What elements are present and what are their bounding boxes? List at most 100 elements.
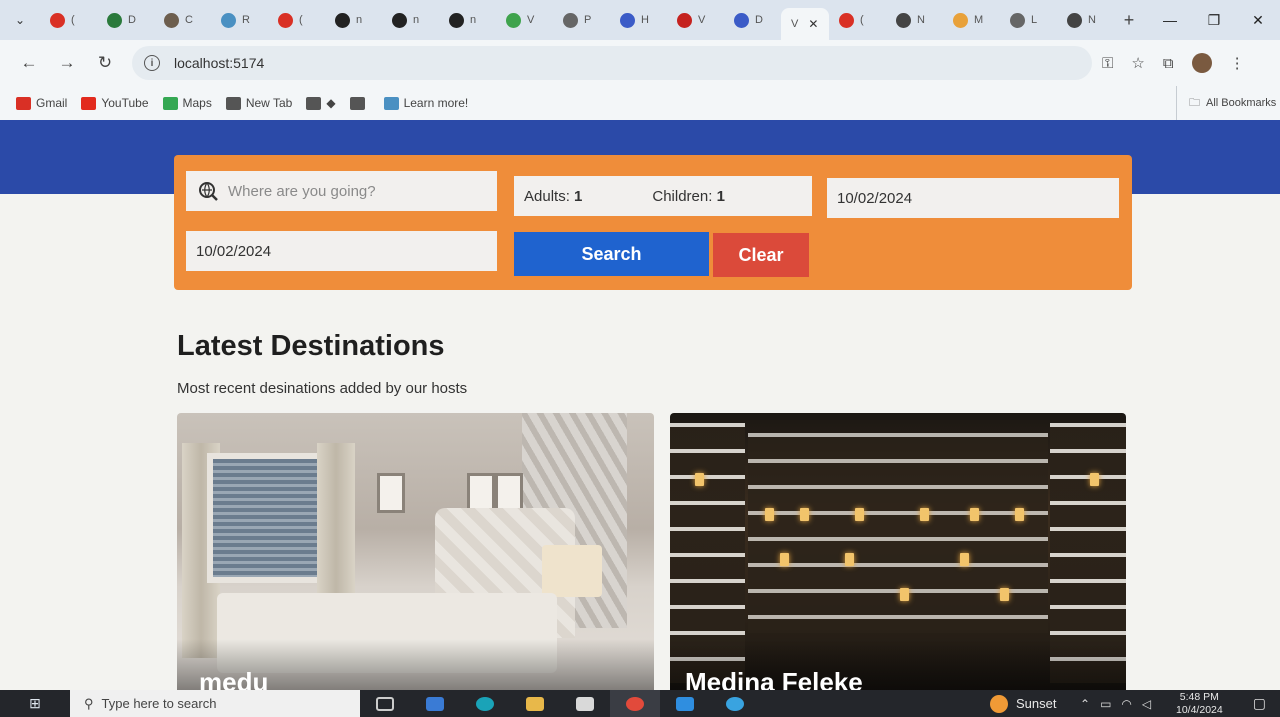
store-icon[interactable] bbox=[560, 690, 610, 717]
tab-before-9[interactable]: P bbox=[553, 4, 610, 36]
bookmark-star-icon[interactable]: ☆ bbox=[1131, 54, 1144, 72]
minimize-button[interactable]: — bbox=[1148, 0, 1192, 40]
os-taskbar: ⊞ ⚲ Type here to search Sunset ⌃ ▭ ◠ ◁ 5… bbox=[0, 690, 1280, 717]
guests-field[interactable]: Adults: 1 Children: 1 bbox=[514, 176, 812, 216]
wifi-icon[interactable]: ◠ bbox=[1121, 697, 1131, 711]
tab-before-11[interactable]: V bbox=[667, 4, 724, 36]
tab-before-10[interactable]: H bbox=[610, 4, 667, 36]
task-view-icon[interactable] bbox=[360, 690, 410, 717]
taskbar-search-box[interactable]: ⚲ Type here to search bbox=[70, 690, 360, 717]
url-text[interactable]: localhost:5174 bbox=[174, 55, 264, 71]
adults-input[interactable]: Adults: 1 bbox=[524, 188, 582, 205]
tab-before-8[interactable]: V bbox=[496, 4, 553, 36]
clear-button[interactable]: Clear bbox=[713, 233, 809, 277]
tab-before-3[interactable]: R bbox=[211, 4, 268, 36]
search-button[interactable]: Search bbox=[514, 232, 709, 276]
tab-favicon-icon bbox=[107, 12, 122, 28]
tab-after-2[interactable]: M bbox=[943, 4, 1000, 36]
check-in-date-input[interactable]: 10/02/2024 bbox=[827, 178, 1119, 218]
restore-button[interactable]: ❐ bbox=[1192, 0, 1236, 40]
tab-label: N bbox=[1088, 14, 1096, 26]
clock-date: 10/4/2024 bbox=[1176, 703, 1223, 716]
check-out-date-input[interactable]: 10/02/2024 bbox=[186, 231, 497, 271]
bookmark-label: YouTube bbox=[101, 96, 149, 110]
battery-icon[interactable]: ▭ bbox=[1100, 697, 1111, 711]
card-image-detail bbox=[970, 508, 979, 521]
tab-label: D bbox=[755, 14, 763, 26]
bookmark-item[interactable] bbox=[349, 96, 370, 110]
chevron-up-icon[interactable]: ⌃ bbox=[1080, 697, 1090, 711]
vscode-icon[interactable] bbox=[660, 690, 710, 717]
tab-before-1[interactable]: D bbox=[97, 4, 154, 36]
new-tab-button[interactable]: + bbox=[1114, 10, 1144, 31]
card-image-detail bbox=[920, 508, 929, 521]
bookmark-favicon-icon bbox=[306, 96, 322, 110]
mail-icon[interactable] bbox=[410, 690, 460, 717]
bookmark-item[interactable]: Gmail bbox=[16, 96, 67, 110]
telegram-icon[interactable] bbox=[710, 690, 760, 717]
bookmark-list: Gmail YouTube Maps New Tab ◆ Learn more! bbox=[16, 96, 468, 110]
card-image-detail bbox=[765, 508, 774, 521]
tab-before-7[interactable]: n bbox=[439, 4, 496, 36]
bookmark-item[interactable]: ◆ bbox=[306, 96, 336, 110]
notification-icon[interactable]: ▢ bbox=[1253, 695, 1266, 712]
tab-label: n bbox=[470, 14, 477, 26]
tab-before-4[interactable]: ( bbox=[268, 4, 325, 36]
tab-search-dropdown-icon[interactable]: ⌄ bbox=[0, 0, 40, 40]
tab-favicon-icon bbox=[392, 12, 407, 28]
all-bookmarks-folder[interactable]: 🗀 All Bookmarks bbox=[1176, 86, 1280, 120]
tab-before-2[interactable]: C bbox=[154, 4, 211, 36]
forward-button[interactable]: → bbox=[48, 53, 86, 73]
close-window-button[interactable]: ✕ bbox=[1236, 0, 1280, 40]
taskbar-clock[interactable]: 5:48 PM 10/4/2024 bbox=[1176, 690, 1223, 717]
site-info-icon[interactable]: i bbox=[144, 55, 160, 71]
all-bookmarks-label: All Bookmarks bbox=[1206, 97, 1277, 109]
bookmark-item[interactable]: Learn more! bbox=[383, 96, 469, 110]
windows-start-button[interactable]: ⊞ bbox=[0, 690, 70, 717]
destination-card[interactable]: Medina Feleke bbox=[670, 413, 1126, 690]
bookmark-label: Learn more! bbox=[403, 96, 469, 110]
tab-after-3[interactable]: L bbox=[1000, 4, 1057, 36]
address-bar[interactable]: i localhost:5174 bbox=[132, 46, 1092, 80]
chrome-icon[interactable] bbox=[610, 690, 660, 717]
browser-toolbar: ← → ↻ i localhost:5174 ⚿ ☆ ⧉ ⋮ bbox=[0, 40, 1280, 86]
reload-button[interactable]: ↻ bbox=[86, 53, 124, 73]
tab-active[interactable]: V ✕ bbox=[781, 8, 829, 40]
bookmark-item[interactable]: YouTube bbox=[81, 96, 149, 110]
tab-before-6[interactable]: n bbox=[382, 4, 439, 36]
tab-favicon-icon bbox=[677, 12, 692, 28]
tab-after-4[interactable]: N bbox=[1057, 4, 1114, 36]
tab-favicon-icon bbox=[896, 12, 911, 28]
menu-icon[interactable]: ⋮ bbox=[1230, 54, 1245, 72]
destination-card[interactable]: medu bbox=[177, 413, 654, 690]
tab-label: D bbox=[128, 14, 136, 26]
password-key-icon[interactable]: ⚿ bbox=[1102, 55, 1113, 72]
weather-widget[interactable]: Sunset bbox=[990, 690, 1056, 717]
tab-favicon-icon bbox=[734, 12, 749, 28]
tab-after-0[interactable]: ( bbox=[829, 4, 886, 36]
card-image-detail bbox=[1000, 588, 1009, 601]
clock-time: 5:48 PM bbox=[1179, 690, 1219, 703]
destination-input[interactable] bbox=[228, 182, 478, 200]
tab-label: M bbox=[974, 14, 984, 26]
volume-icon[interactable]: ◁ bbox=[1142, 697, 1151, 711]
tab-after-1[interactable]: N bbox=[886, 4, 943, 36]
tab-before-0[interactable]: ( bbox=[40, 4, 97, 36]
tab-before-5[interactable]: n bbox=[325, 4, 382, 36]
tab-before-12[interactable]: D bbox=[724, 4, 781, 36]
close-tab-icon[interactable]: ✕ bbox=[808, 17, 818, 31]
card-image-detail bbox=[748, 433, 1048, 633]
file-explorer-icon[interactable] bbox=[510, 690, 560, 717]
edge-icon[interactable] bbox=[460, 690, 510, 717]
destination-name: medu bbox=[177, 639, 654, 690]
extensions-icon[interactable]: ⧉ bbox=[1163, 55, 1174, 72]
bookmark-item[interactable]: New Tab bbox=[225, 96, 292, 110]
profile-avatar[interactable] bbox=[1191, 53, 1212, 73]
destination-field[interactable] bbox=[186, 171, 497, 211]
children-input[interactable]: Children: 1 bbox=[652, 188, 725, 205]
tab-favicon-icon bbox=[335, 12, 350, 28]
bookmark-item[interactable]: Maps bbox=[162, 96, 212, 110]
back-button[interactable]: ← bbox=[10, 53, 48, 73]
bookmark-label: Gmail bbox=[36, 96, 68, 110]
system-tray: ⌃ ▭ ◠ ◁ bbox=[1080, 690, 1151, 717]
